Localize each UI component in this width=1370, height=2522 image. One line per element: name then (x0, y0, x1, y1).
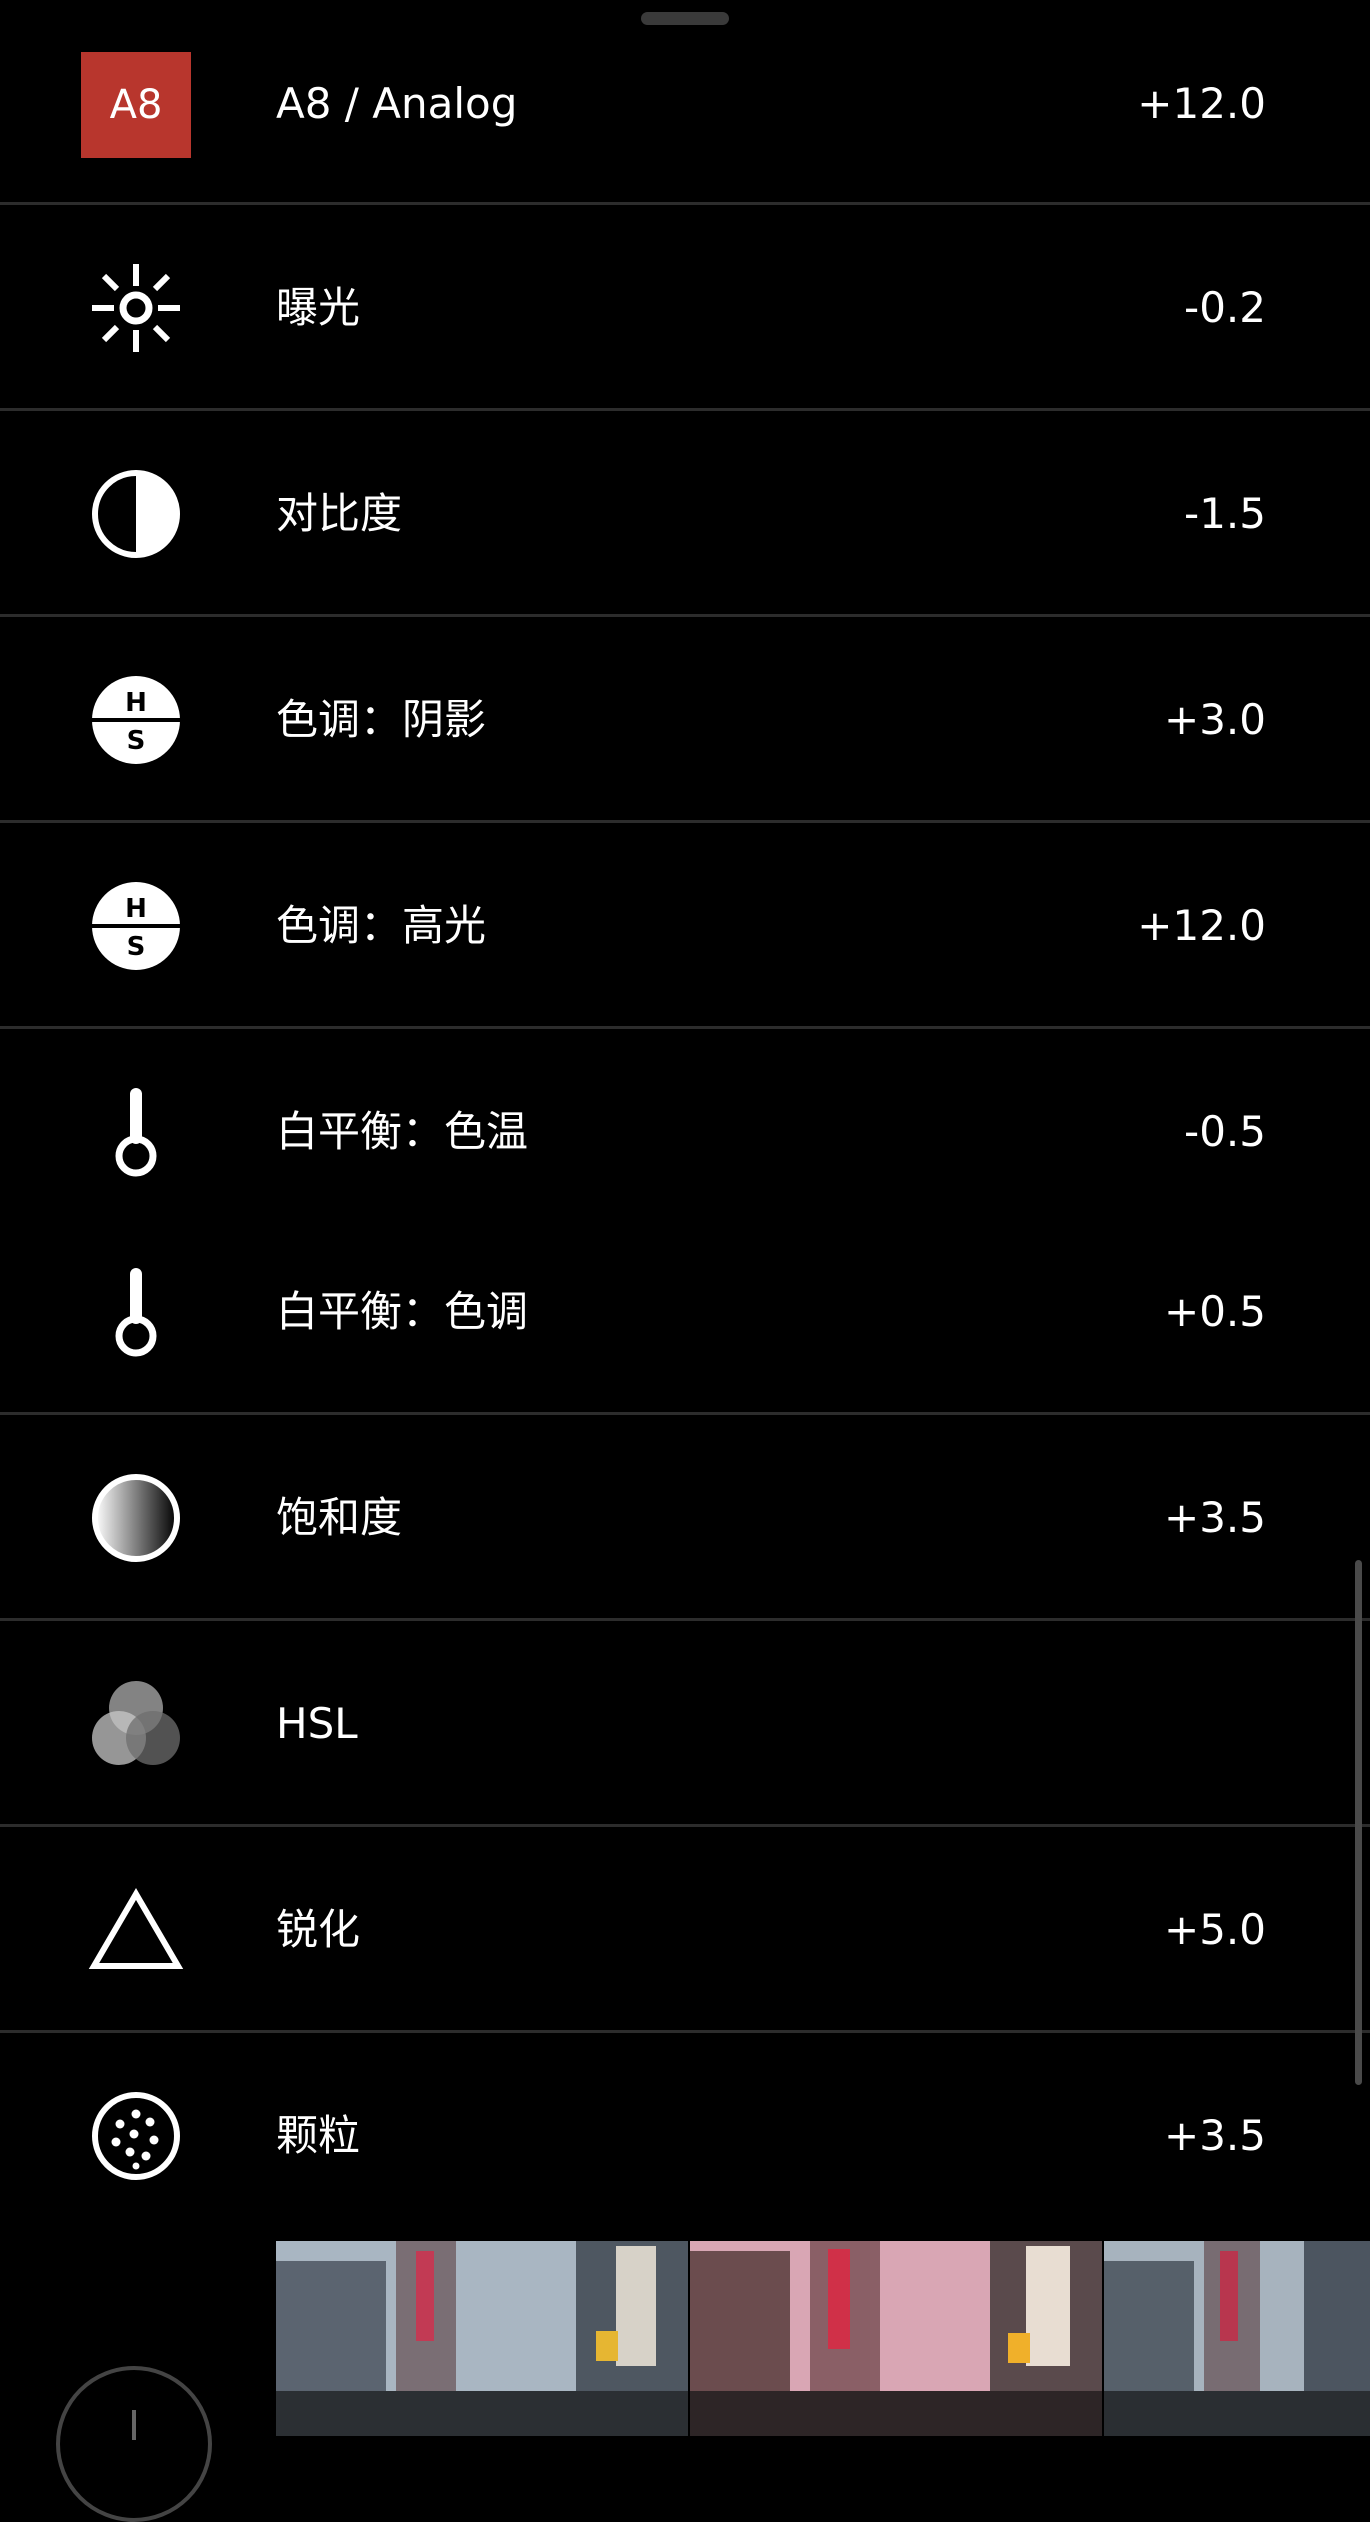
thumbnail-strip[interactable] (276, 2241, 1370, 2436)
adjustment-label: 色调：阴影 (276, 695, 487, 744)
svg-text:S: S (127, 932, 146, 962)
adjustment-label: 颗粒 (276, 2111, 361, 2160)
triangle-icon (80, 1874, 192, 1986)
svg-text:S: S (127, 726, 146, 756)
preset-row[interactable]: A8 A8 / Analog +12.0 (0, 50, 1370, 160)
adjustment-value: +3.5 (1164, 1493, 1266, 1542)
adjustment-label: 锐化 (276, 1905, 361, 1954)
svg-text:H: H (125, 688, 147, 718)
divider (0, 1618, 1370, 1621)
thermometer-icon (80, 1256, 192, 1368)
add-icon[interactable] (56, 2366, 212, 2522)
divider (0, 408, 1370, 411)
adjustment-label: 白平衡：色温 (276, 1107, 529, 1156)
adjustment-value: +0.5 (1164, 1287, 1266, 1336)
adjustment-row-sharpen[interactable]: 锐化 +5.0 (0, 1874, 1370, 1986)
adjustment-row-saturation[interactable]: 饱和度 +3.5 (0, 1462, 1370, 1574)
adjustment-row-hsl[interactable]: HSL (0, 1668, 1370, 1780)
adjustment-value: -0.5 (1184, 1107, 1266, 1156)
preset-badge: A8 (80, 52, 192, 158)
svg-text:H: H (125, 894, 147, 924)
adjustment-value: +3.0 (1164, 695, 1266, 744)
divider (0, 2030, 1370, 2033)
adjustment-label: 对比度 (276, 489, 403, 538)
divider (0, 614, 1370, 617)
adjustment-row-grain[interactable]: 颗粒 +3.5 (0, 2080, 1370, 2192)
preset-name: A8 / Analog (276, 79, 518, 128)
preset-value: +12.0 (1137, 79, 1266, 128)
adjustment-row-tone-shadows[interactable]: H S 色调：阴影 +3.0 (0, 664, 1370, 776)
thermometer-icon (80, 1076, 192, 1188)
grain-icon (80, 2080, 192, 2192)
hs-icon: H S (80, 664, 192, 776)
sun-icon (80, 252, 192, 364)
adjustment-value: +5.0 (1164, 1905, 1266, 1954)
thumbnail-1[interactable] (276, 2241, 688, 2436)
preset-badge-label: A8 (81, 52, 191, 158)
divider (0, 820, 1370, 823)
divider (0, 202, 1370, 205)
adjustment-label: HSL (276, 1699, 358, 1748)
adjustment-row-tone-highlights[interactable]: H S 色调：高光 +12.0 (0, 870, 1370, 982)
adjustment-label: 曝光 (276, 283, 361, 332)
thumbnail-3[interactable] (1104, 2241, 1370, 2436)
adjustment-value: -1.5 (1184, 489, 1266, 538)
overlapping-circles-icon (80, 1668, 192, 1780)
adjustment-row-exposure[interactable]: 曝光 -0.2 (0, 252, 1370, 364)
adjustment-row-contrast[interactable]: 对比度 -1.5 (0, 458, 1370, 570)
adjustment-value: +12.0 (1137, 901, 1266, 950)
adjustment-label: 色调：高光 (276, 901, 487, 950)
scrollbar[interactable] (1355, 1560, 1362, 2085)
adjustment-label: 饱和度 (276, 1493, 403, 1542)
adjustment-row-wb-temperature[interactable]: 白平衡：色温 -0.5 (0, 1076, 1370, 1188)
adjustment-label: 白平衡：色调 (276, 1287, 529, 1336)
divider (0, 1026, 1370, 1029)
drag-handle[interactable] (641, 12, 729, 25)
hs-icon: H S (80, 870, 192, 982)
gradient-circle-icon (80, 1462, 192, 1574)
thumbnail-2[interactable] (690, 2241, 1102, 2436)
adjustment-row-wb-tint[interactable]: 白平衡：色调 +0.5 (0, 1256, 1370, 1368)
contrast-icon (80, 458, 192, 570)
adjustment-value: -0.2 (1184, 283, 1266, 332)
divider (0, 1412, 1370, 1415)
adjustment-value: +3.5 (1164, 2111, 1266, 2160)
divider (0, 1824, 1370, 1827)
